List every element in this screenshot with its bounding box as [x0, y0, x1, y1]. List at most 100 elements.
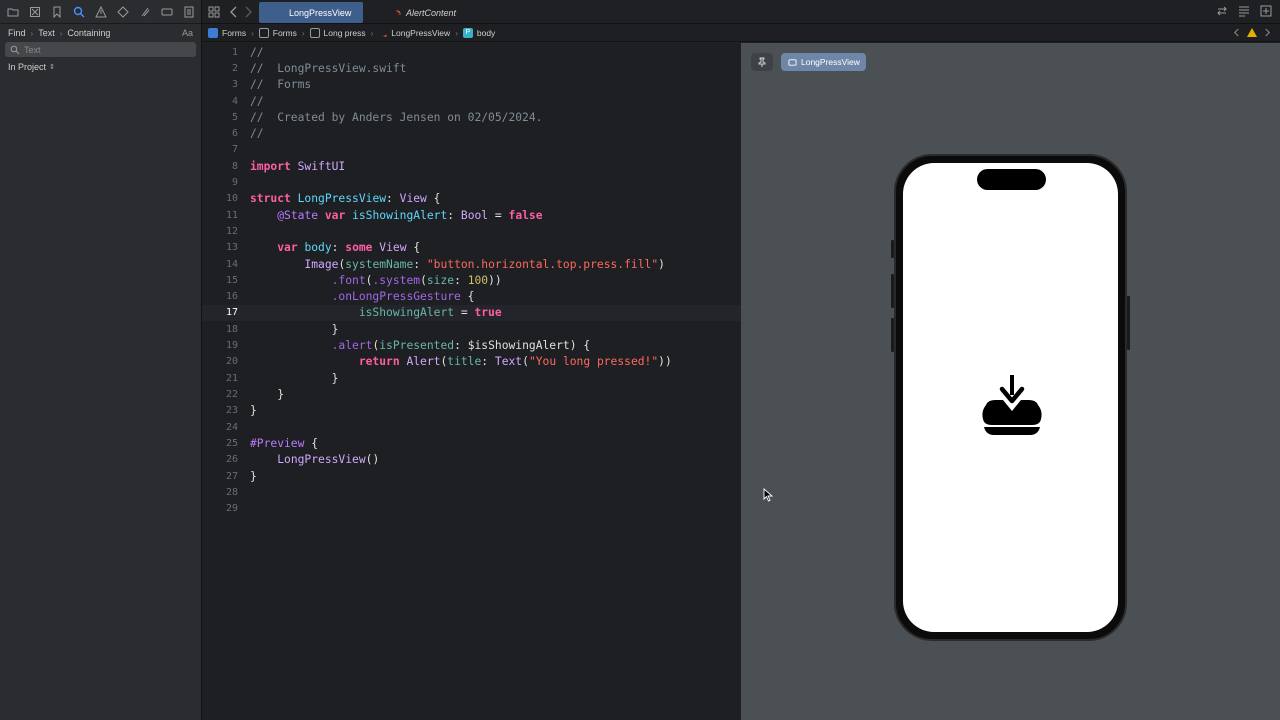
find-match[interactable]: Containing — [67, 28, 110, 38]
crumb-folder[interactable]: Long press — [309, 28, 366, 38]
code-line[interactable]: 23} — [202, 403, 741, 419]
code-text: struct LongPressView: View { — [250, 192, 441, 205]
code-line[interactable]: 1 // — [202, 45, 741, 61]
code-line[interactable]: 5 // Created by Anders Jensen on 02/05/20… — [202, 110, 741, 126]
next-issue-icon[interactable] — [1263, 28, 1272, 37]
code-line[interactable]: 21 } — [202, 371, 741, 387]
crumb-file[interactable]: LongPressView — [378, 28, 450, 38]
code-line[interactable]: 25 #Preview { — [202, 436, 741, 452]
breakpoint-icon[interactable] — [159, 4, 175, 20]
code-line[interactable]: 22 } — [202, 387, 741, 403]
crumb-symbol[interactable]: P body — [462, 28, 495, 38]
find-search-input[interactable] — [24, 44, 184, 55]
editor-tab-bar: LongPressView AlertContent — [202, 0, 1280, 24]
find-mode[interactable]: Find — [8, 28, 26, 38]
code-line[interactable]: 15 .font(.system(size: 100)) — [202, 273, 741, 289]
folder-icon[interactable] — [5, 4, 21, 20]
crumb-project[interactable]: Forms — [208, 28, 246, 38]
tab-label: AlertContent — [405, 7, 456, 18]
code-line[interactable]: 13 var body: some View { — [202, 240, 741, 256]
code-line[interactable]: 11 @State var isShowingAlert: Bool = fal… — [202, 208, 741, 224]
code-line-current[interactable]: 17 isShowingAlert = true — [202, 305, 741, 321]
line-number: 9 — [231, 177, 238, 188]
code-line[interactable]: 16 .onLongPressGesture { — [202, 289, 741, 305]
code-line[interactable]: 12 — [202, 224, 741, 240]
code-text: .alert(isPresented: $isShowingAlert) { — [331, 339, 591, 352]
code-line[interactable]: 14 Image(systemName: "button.horizontal.… — [202, 257, 741, 273]
code-line[interactable]: 10 struct LongPressView: View { — [202, 191, 741, 207]
code-text: isShowingAlert = true — [358, 306, 502, 319]
bookmark-icon[interactable] — [49, 4, 65, 20]
volume-down-button — [891, 318, 894, 352]
line-number: 11 — [225, 210, 238, 221]
source-editor[interactable]: 1 // 2 // LongPressView.swift 3 // Forms 4 /… — [202, 43, 741, 720]
code-line[interactable]: 2 // LongPressView.swift — [202, 61, 741, 77]
volume-up-button — [891, 274, 894, 308]
button-horizontal-top-press-fill-icon[interactable] — [978, 375, 1046, 439]
mouse-cursor-icon — [763, 488, 774, 502]
project-icon — [208, 28, 218, 38]
line-number: 10 — [225, 193, 238, 204]
property-icon: P — [462, 28, 473, 38]
pin-preview-button[interactable] — [751, 53, 773, 71]
tab-alertcontent[interactable]: AlertContent — [370, 2, 470, 23]
folder-icon — [309, 28, 320, 38]
source-control-icon[interactable] — [27, 4, 43, 20]
line-number: 19 — [225, 340, 238, 351]
action-button — [891, 240, 894, 258]
code-line[interactable]: 4 // — [202, 94, 741, 110]
code-text: // — [250, 95, 264, 108]
code-line[interactable]: 9 — [202, 175, 741, 191]
test-diamond-icon[interactable] — [115, 4, 131, 20]
search-icon[interactable] — [71, 4, 87, 20]
warning-icon[interactable] — [93, 4, 109, 20]
code-line[interactable]: 6 // — [202, 126, 741, 142]
line-number: 12 — [225, 226, 238, 237]
add-editor-icon[interactable] — [1260, 5, 1272, 17]
search-icon — [10, 45, 20, 54]
side-button — [1127, 296, 1130, 350]
debug-spray-icon[interactable] — [137, 4, 153, 20]
line-number: 24 — [225, 422, 238, 433]
crumb-label: Long press — [323, 28, 366, 38]
code-line[interactable]: 18 } — [202, 322, 741, 338]
editor-options — [1216, 5, 1272, 17]
report-icon[interactable] — [181, 4, 197, 20]
pin-icon — [758, 57, 766, 67]
code-text: } — [250, 372, 339, 385]
forward-chevron-icon[interactable] — [242, 6, 254, 18]
find-type[interactable]: Text — [38, 28, 55, 38]
code-line[interactable]: 3 // Forms — [202, 77, 741, 93]
code-text: // — [250, 46, 264, 59]
previous-issue-icon[interactable] — [1232, 28, 1241, 37]
code-line[interactable]: 20 return Alert(title: Text("You long pr… — [202, 354, 741, 370]
code-line[interactable]: 26 LongPressView() — [202, 452, 741, 468]
line-number: 3 — [231, 79, 238, 90]
chevron-right-icon: › — [251, 28, 254, 38]
preview-selector[interactable]: LongPressView — [781, 53, 866, 71]
code-line[interactable]: 8 import SwiftUI — [202, 159, 741, 175]
find-search-field[interactable] — [5, 42, 196, 57]
code-line[interactable]: 28 — [202, 485, 741, 501]
grid-icon[interactable] — [208, 6, 220, 18]
line-number: 27 — [225, 471, 238, 482]
chevron-updown-icon: ⇕ — [49, 64, 55, 71]
line-number: 29 — [225, 503, 238, 514]
warning-icon[interactable] — [1247, 28, 1257, 37]
code-line[interactable]: 19 .alert(isPresented: $isShowingAlert) … — [202, 338, 741, 354]
match-case-toggle[interactable]: Aa — [182, 28, 193, 38]
line-number: 5 — [231, 112, 238, 123]
code-line[interactable]: 29 — [202, 501, 741, 517]
line-number: 28 — [225, 487, 238, 498]
preview-canvas[interactable]: LongPressView — [741, 43, 1280, 720]
tab-longpressview[interactable]: LongPressView — [259, 2, 363, 23]
code-line[interactable]: 7 — [202, 142, 741, 158]
editor-options-icon[interactable] — [1238, 5, 1250, 17]
back-chevron-icon[interactable] — [228, 6, 240, 18]
code-line[interactable]: 24 — [202, 420, 741, 436]
swap-arrows-icon[interactable] — [1216, 5, 1228, 17]
code-line[interactable]: 27} — [202, 469, 741, 485]
search-scope-selector[interactable]: In Project ⇕ — [8, 62, 55, 72]
crumb-group[interactable]: Forms — [258, 28, 297, 38]
line-number: 6 — [231, 128, 238, 139]
